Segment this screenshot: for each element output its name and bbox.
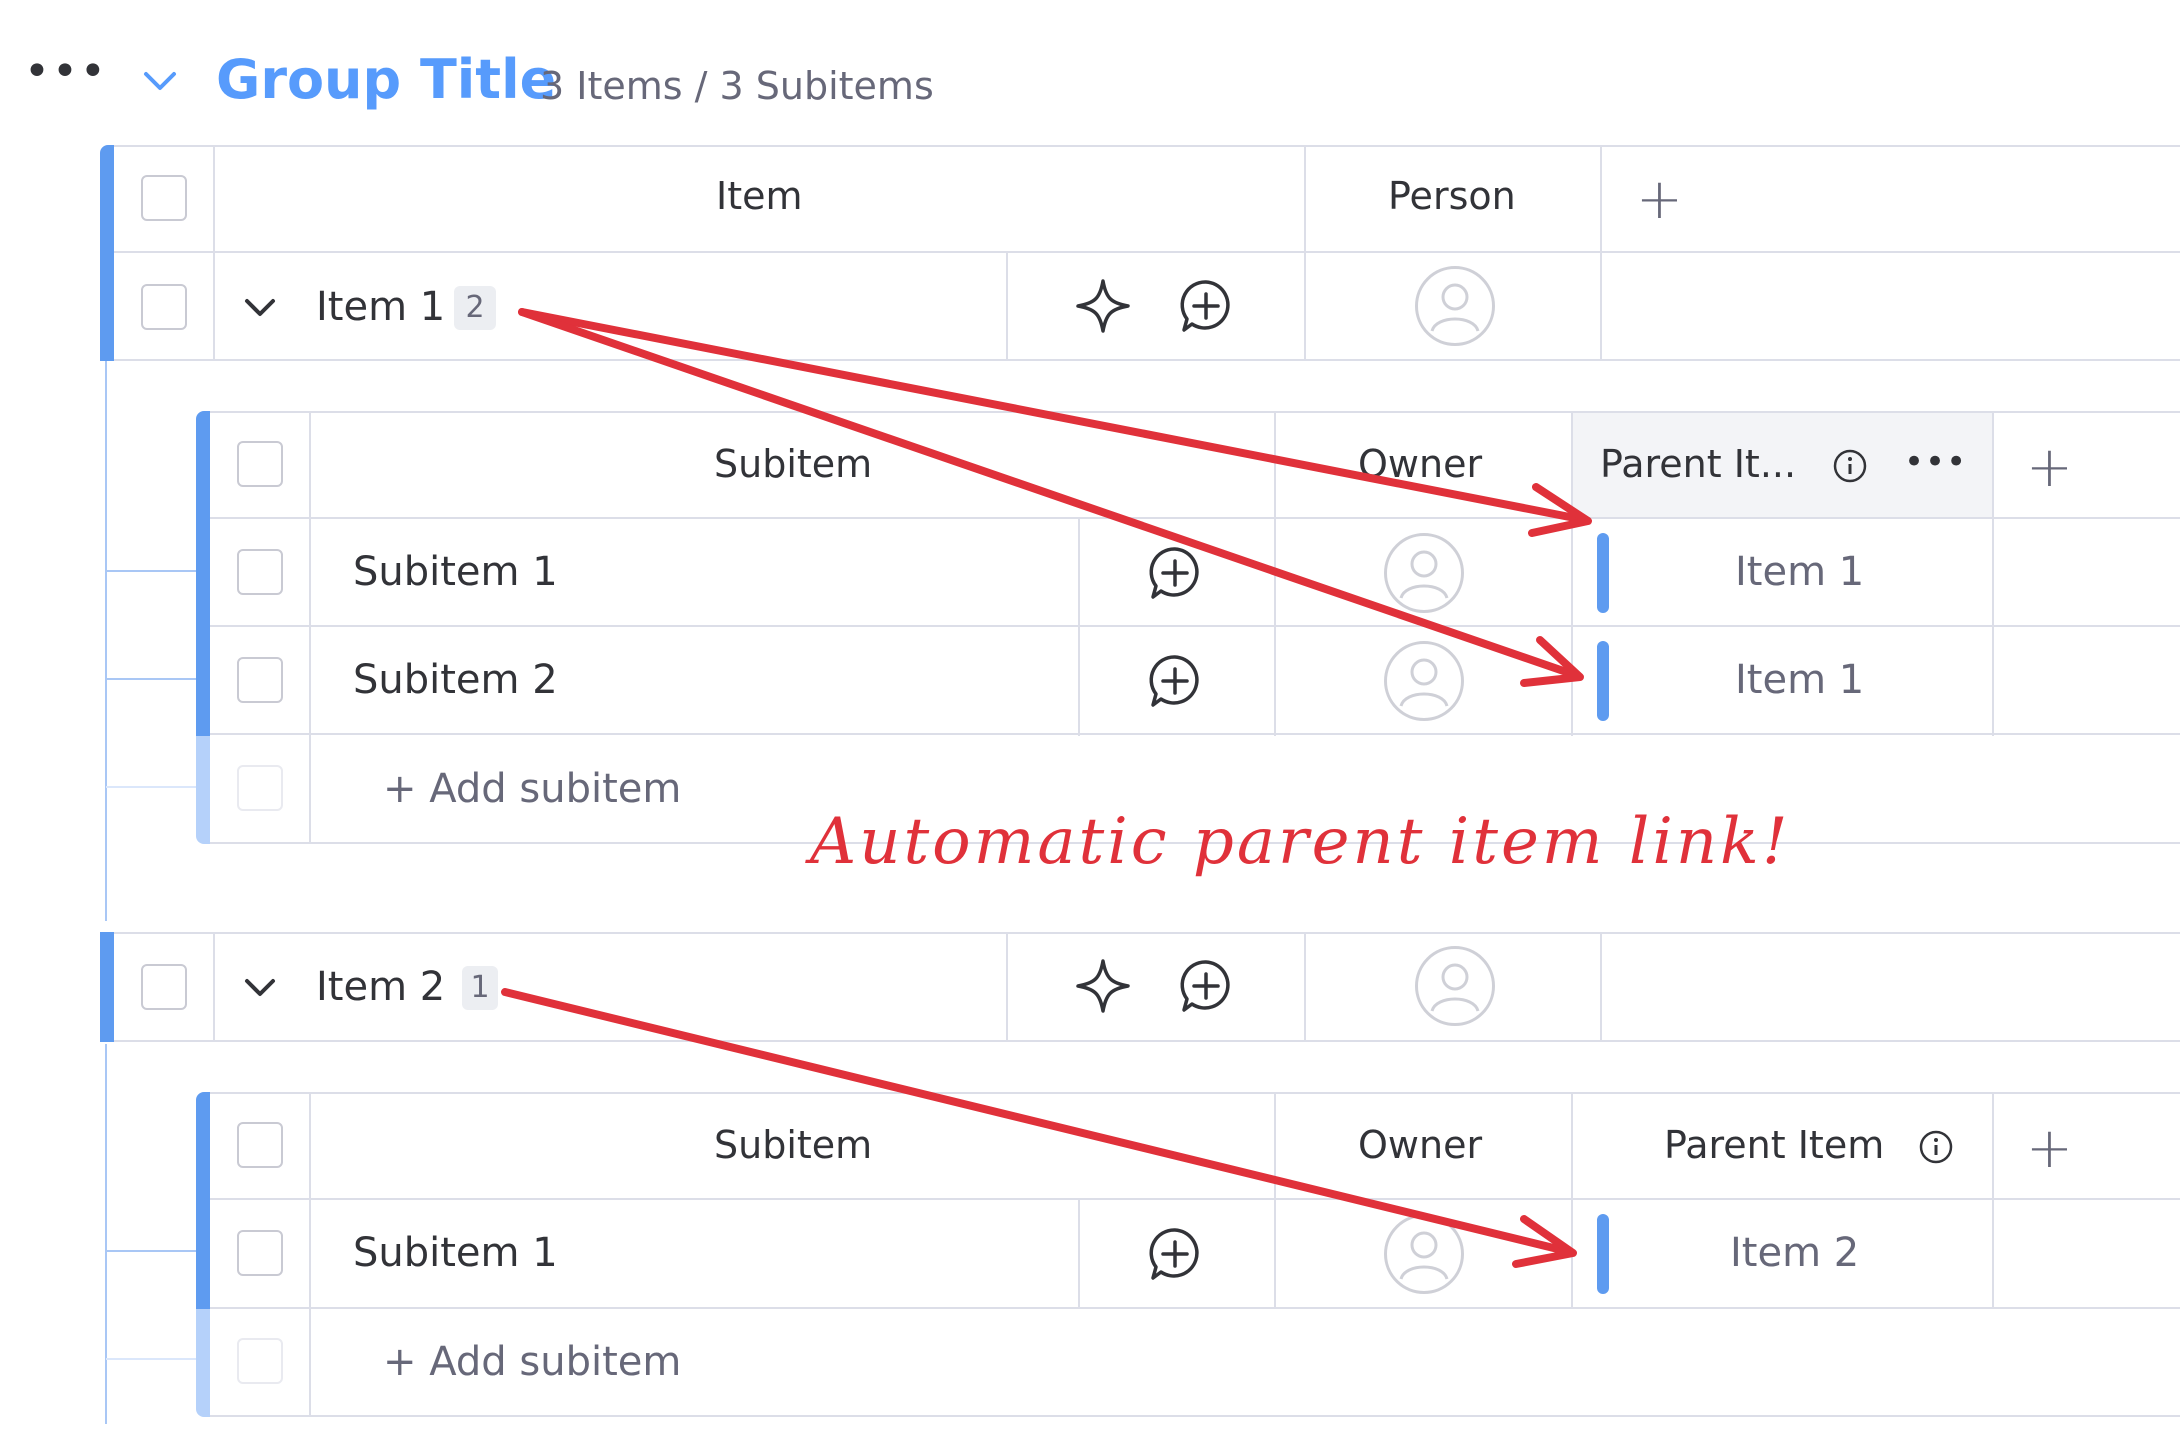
annotation-arrow	[518, 308, 1582, 680]
annotation-text: Automatic parent item link!	[810, 805, 1791, 879]
annotation-arrow	[518, 308, 1589, 524]
annotation-arrows	[501, 308, 1592, 1268]
annotation-arrow	[501, 988, 1574, 1256]
